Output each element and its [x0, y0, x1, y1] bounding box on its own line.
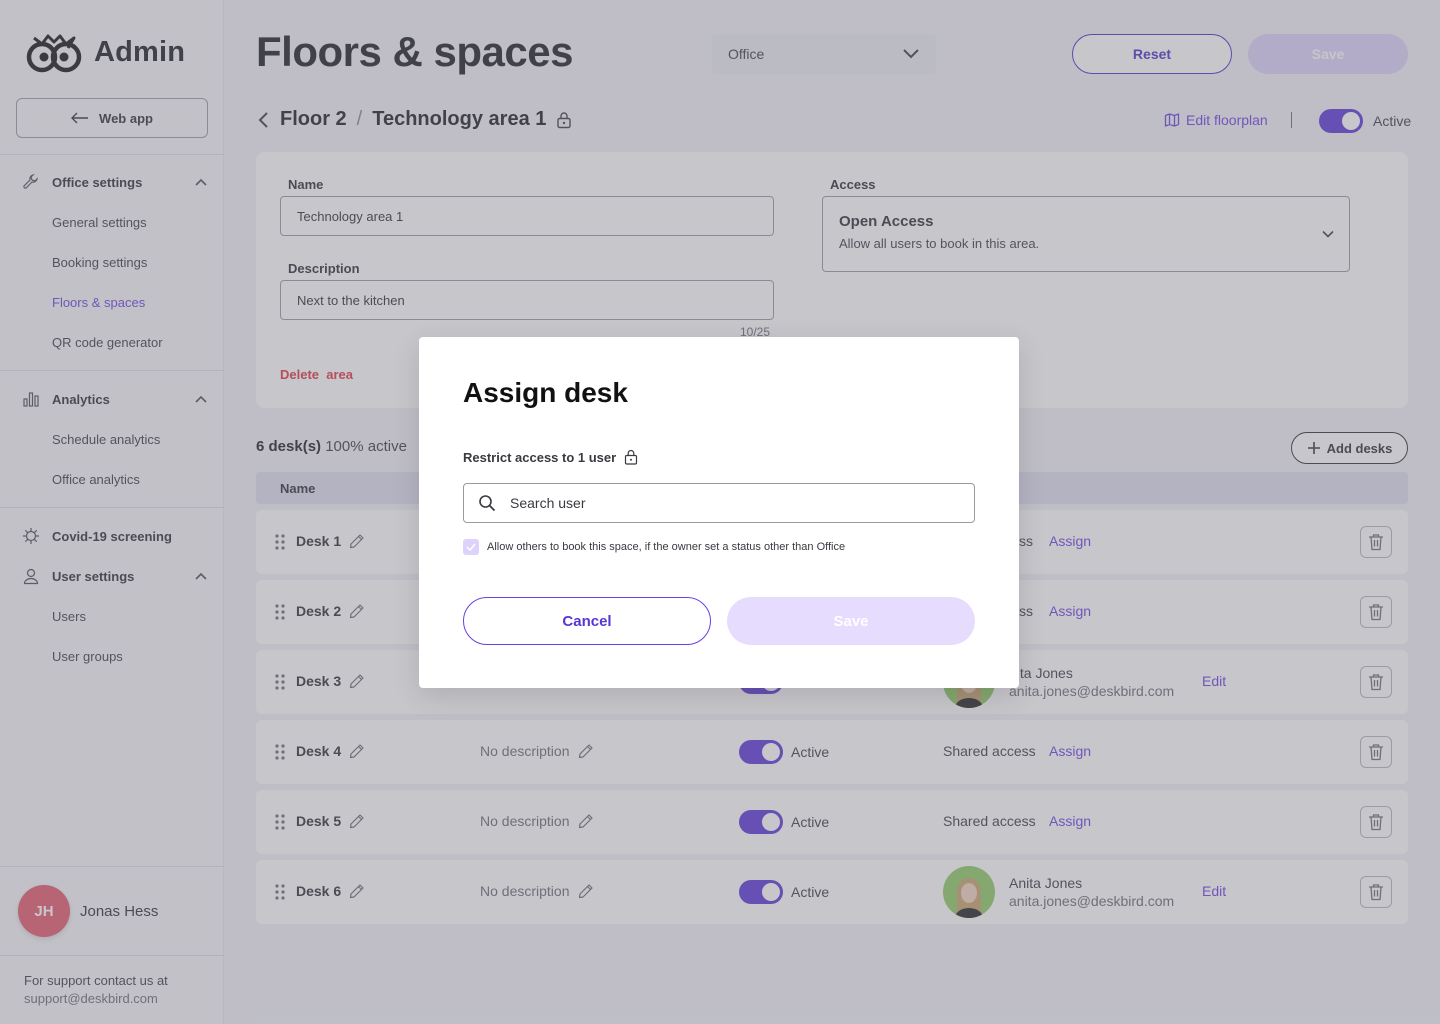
- assign-desk-modal: Assign desk Restrict access to 1 user Se…: [419, 337, 1019, 688]
- modal-title: Assign desk: [463, 377, 628, 408]
- restrict-label: Restrict access to 1 user: [463, 449, 638, 465]
- allow-others-option: Allow others to book this space, if the …: [463, 539, 845, 555]
- modal-save-button[interactable]: Save: [727, 597, 975, 645]
- allow-others-label: Allow others to book this space, if the …: [487, 541, 846, 553]
- search-user-input[interactable]: Search user: [463, 483, 975, 523]
- search-icon: [479, 495, 496, 512]
- check-icon: [466, 543, 476, 551]
- restrict-label-text: Restrict access to 1 user: [463, 449, 617, 465]
- search-placeholder: Search user: [510, 495, 586, 511]
- lock-icon: [625, 449, 638, 465]
- allow-others-checkbox[interactable]: [463, 539, 479, 555]
- cancel-button[interactable]: Cancel: [463, 597, 711, 645]
